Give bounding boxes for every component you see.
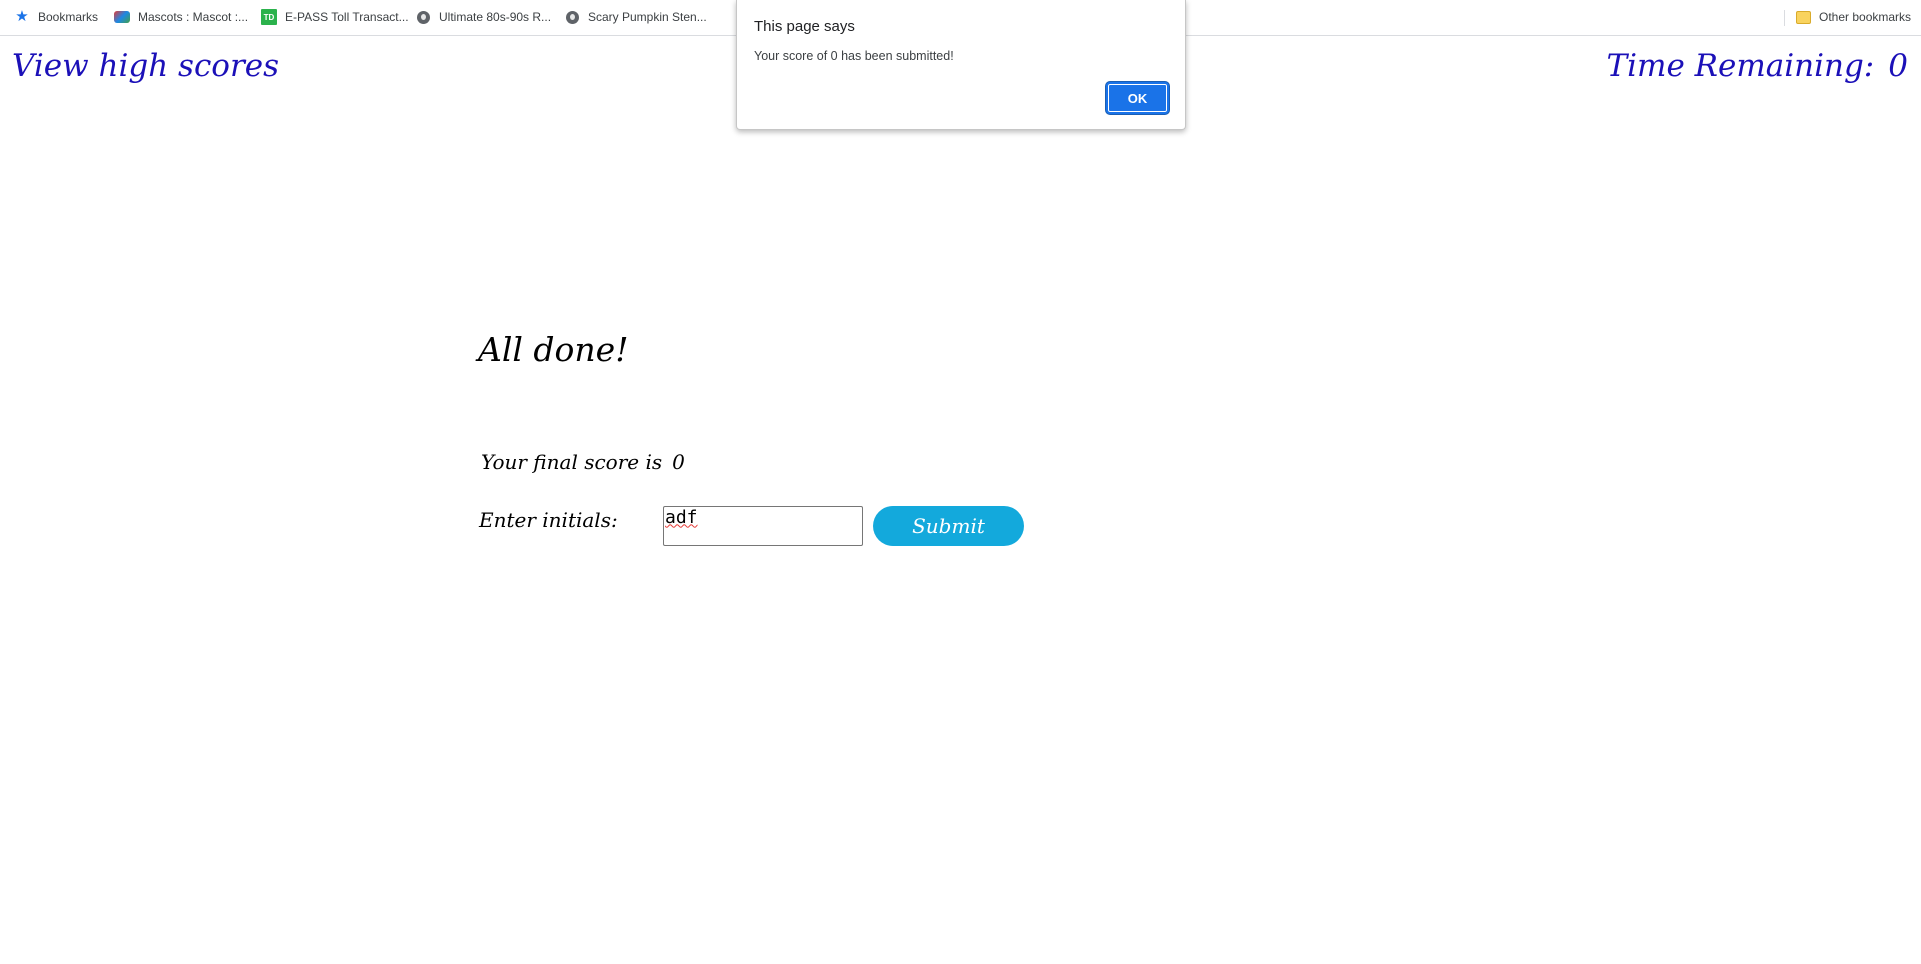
timer-value: 0 <box>1888 48 1908 84</box>
final-score-value: 0 <box>672 450 685 474</box>
dialog-message: Your score of 0 has been submitted! <box>754 49 954 63</box>
other-bookmarks-label: Other bookmarks <box>1819 10 1912 24</box>
star-icon: ★ <box>15 8 29 25</box>
submit-button[interactable]: Submit <box>873 506 1024 546</box>
bookmark-bookmarks[interactable]: ★ Bookmarks <box>14 8 98 26</box>
bookmark-label: E-PASS Toll Transact... <box>285 10 409 24</box>
mascot-favicon-icon <box>114 9 130 25</box>
bookmarks-divider <box>1784 10 1785 26</box>
globe-icon <box>415 9 431 25</box>
bookmark-epass[interactable]: TD E-PASS Toll Transact... <box>261 8 409 26</box>
page-title: All done! <box>478 330 629 369</box>
timer-label: Time Remaining: <box>1606 48 1875 84</box>
time-remaining: Time Remaining: 0 <box>1606 48 1908 84</box>
final-score-label: Your final score is <box>481 450 663 474</box>
ok-button[interactable]: OK <box>1106 82 1169 114</box>
view-high-scores-link[interactable]: View high scores <box>12 48 279 84</box>
bookmark-label: Ultimate 80s-90s R... <box>439 10 552 24</box>
dialog-title: This page says <box>754 18 855 35</box>
alert-dialog: This page says Your score of 0 has been … <box>736 0 1186 130</box>
folder-icon <box>1795 9 1811 25</box>
final-score: Your final score is 0 <box>481 450 685 474</box>
other-bookmarks[interactable]: Other bookmarks <box>1795 8 1911 26</box>
bookmark-scary-pumpkin[interactable]: Scary Pumpkin Sten... <box>564 8 707 26</box>
initials-label: Enter initials: <box>479 508 618 532</box>
td-favicon-icon: TD <box>261 9 277 25</box>
globe-icon <box>564 9 580 25</box>
bookmark-label: Mascots : Mascot :... <box>138 10 249 24</box>
bookmark-mascots[interactable]: Mascots : Mascot :... <box>114 8 248 26</box>
bookmark-ultimate-80s-90s[interactable]: Ultimate 80s-90s R... <box>415 8 551 26</box>
initials-input[interactable] <box>663 506 863 546</box>
bookmark-label: Scary Pumpkin Sten... <box>588 10 707 24</box>
bookmark-label: Bookmarks <box>38 10 99 24</box>
